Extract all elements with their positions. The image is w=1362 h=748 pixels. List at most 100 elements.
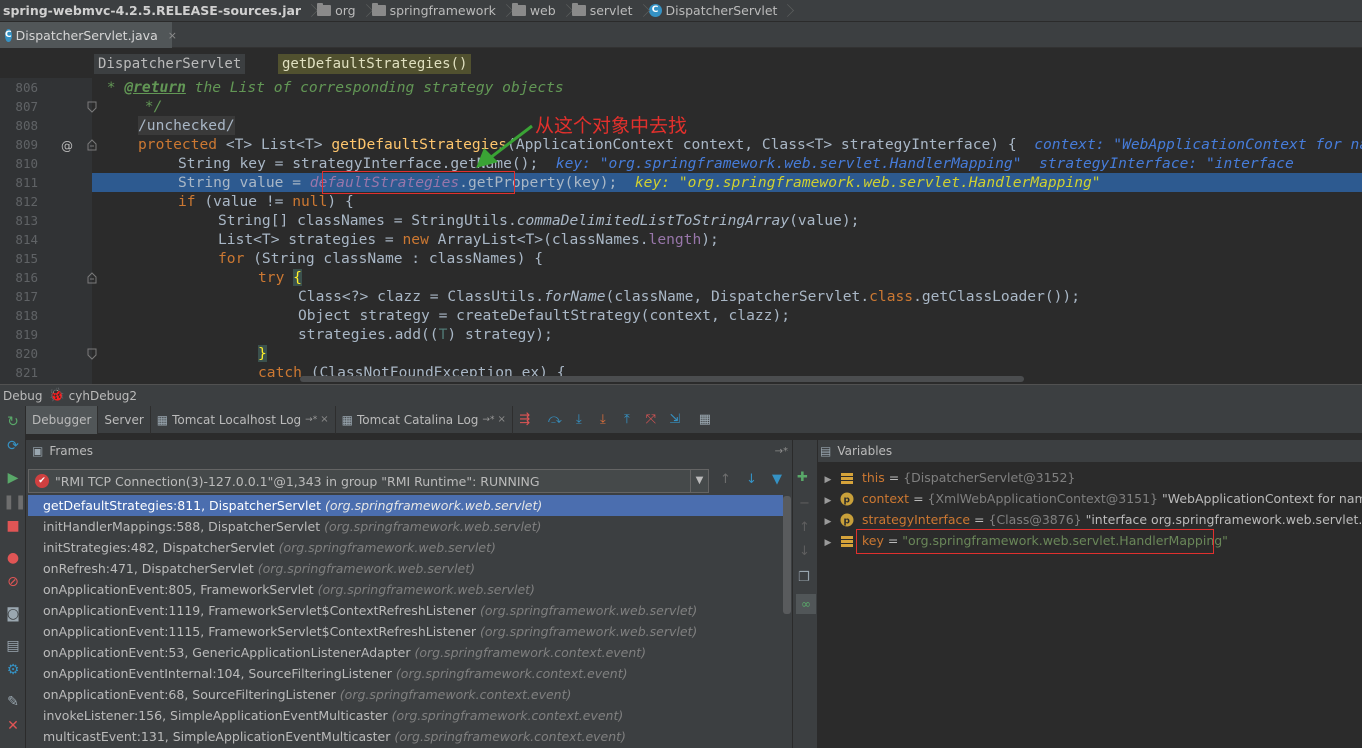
- chevron-down-icon[interactable]: ▼: [690, 470, 708, 492]
- new-watch-icon[interactable]: ✚: [797, 470, 808, 485]
- editor-tab-dispatcherservlet[interactable]: C DispatcherServlet.java ×: [0, 22, 177, 48]
- class-icon: C: [5, 28, 12, 42]
- override-marker-icon[interactable]: @: [60, 139, 74, 153]
- close-tab-icon[interactable]: ×: [497, 414, 505, 425]
- resume-icon[interactable]: ▶: [3, 468, 23, 488]
- frame-item[interactable]: getDefaultStrategies:811, DispatcherServ…: [28, 495, 783, 516]
- layout-icon[interactable]: ▤: [3, 636, 23, 656]
- pin-icon[interactable]: ✎: [3, 692, 23, 712]
- fold-marker-icon[interactable]: [86, 271, 98, 285]
- line-number: 808: [15, 118, 38, 133]
- run-to-cursor-icon[interactable]: ⇲: [663, 406, 687, 434]
- parameter-icon: p: [840, 513, 854, 527]
- drop-frame-icon[interactable]: ⤧: [639, 406, 663, 434]
- variable-row[interactable]: ▶ p strategyInterface = {Class@3876} "in…: [820, 509, 1362, 530]
- comment: *: [98, 79, 125, 96]
- previous-frame-icon[interactable]: ↑: [720, 472, 731, 487]
- folder-icon: [511, 3, 526, 16]
- thread-selector[interactable]: ✔ "RMI TCP Connection(3)-127.0.0.1"@1,34…: [28, 469, 709, 493]
- frame-package: (org.springframework.web.servlet): [317, 582, 535, 597]
- pin-tab-icon[interactable]: →*: [482, 415, 494, 425]
- folded-annotation[interactable]: /unchecked/: [138, 117, 235, 134]
- frame-package: (org.springframework.context.event): [339, 687, 572, 702]
- frame-method: initStrategies:482, DispatcherServlet: [43, 540, 275, 555]
- remove-watch-icon[interactable]: −: [799, 496, 810, 511]
- keyword: if: [178, 193, 196, 210]
- breadcrumb-web[interactable]: web: [508, 0, 560, 21]
- tab-label: Tomcat Localhost Log: [172, 412, 302, 427]
- breadcrumb-servlet[interactable]: servlet: [568, 0, 637, 21]
- step-over-icon[interactable]: ⤼: [543, 406, 567, 434]
- breadcrumb-org[interactable]: org: [313, 0, 360, 21]
- frame-item[interactable]: invokeListener:156, SimpleApplicationEve…: [28, 705, 783, 726]
- fold-marker-icon[interactable]: [86, 347, 98, 361]
- frame-item[interactable]: onApplicationEvent:1115, FrameworkServle…: [28, 621, 783, 642]
- frame-item[interactable]: onRefresh:471, DispatcherServlet (org.sp…: [28, 558, 783, 579]
- fold-marker-icon[interactable]: [86, 138, 98, 152]
- mute-breakpoints-icon[interactable]: ⊘: [3, 572, 23, 592]
- rerun-icon[interactable]: ↻: [3, 412, 23, 432]
- structure-class[interactable]: DispatcherServlet: [94, 54, 246, 74]
- code-text: (String className : classNames) {: [244, 250, 544, 267]
- frame-method: onApplicationEvent:1115, FrameworkServle…: [43, 624, 477, 639]
- close-tab-icon[interactable]: ×: [168, 29, 177, 42]
- tab-debugger[interactable]: Debugger: [26, 405, 99, 434]
- frame-method: multicastEvent:131, SimpleApplicationEve…: [43, 729, 391, 744]
- tab-server[interactable]: Server: [98, 405, 151, 434]
- code-text: Class<?> clazz = ClassUtils.: [298, 288, 545, 305]
- camera-icon[interactable]: ◙: [3, 604, 23, 624]
- line-number: 807: [15, 99, 38, 114]
- line-number: 818: [15, 308, 38, 323]
- tab-tomcat-catalina-log[interactable]: ▦ Tomcat Catalina Log →* ×: [336, 405, 513, 434]
- frame-item[interactable]: onApplicationEvent:1119, FrameworkServle…: [28, 600, 783, 621]
- frame-method: onApplicationEvent:1119, FrameworkServle…: [43, 603, 477, 618]
- close-icon[interactable]: ✕: [3, 716, 23, 736]
- line-number: 821: [15, 365, 38, 380]
- frame-item[interactable]: onApplicationEvent:805, FrameworkServlet…: [28, 579, 783, 600]
- close-tab-icon[interactable]: ×: [320, 414, 328, 425]
- fold-marker-icon[interactable]: [86, 100, 98, 114]
- breadcrumb-separator: [637, 0, 645, 21]
- show-execution-point-icon[interactable]: ⇶: [513, 406, 537, 434]
- frame-item[interactable]: onApplicationEvent:68, SourceFilteringLi…: [28, 684, 783, 705]
- update-icon[interactable]: ⟳: [3, 436, 23, 456]
- breadcrumb-label: servlet: [589, 3, 633, 18]
- frame-item[interactable]: initStrategies:482, DispatcherServlet (o…: [28, 537, 783, 558]
- step-out-icon[interactable]: ⤒: [615, 406, 639, 434]
- pause-icon[interactable]: ❚❚: [3, 492, 26, 512]
- frame-item[interactable]: multicastEvent:131, SimpleApplicationEve…: [28, 726, 783, 747]
- expand-arrow-icon[interactable]: ▶: [820, 533, 836, 554]
- frame-item[interactable]: initHandlerMappings:588, DispatcherServl…: [28, 516, 783, 537]
- settings-icon[interactable]: ⚙: [3, 660, 23, 680]
- frame-package: (org.springframework.web.servlet): [480, 603, 698, 618]
- line-number: 806: [15, 80, 38, 95]
- frames-scrollbar[interactable]: [783, 496, 791, 614]
- stop-icon[interactable]: ■: [3, 516, 23, 536]
- force-step-into-icon[interactable]: ⤓: [591, 406, 615, 434]
- code-line-817: Class<?> clazz = ClassUtils.forName(clas…: [298, 287, 1080, 306]
- editor-tab-label: DispatcherServlet.java: [15, 27, 158, 43]
- structure-method[interactable]: getDefaultStrategies(): [278, 54, 472, 74]
- copy-icon[interactable]: ❐: [798, 570, 810, 585]
- evaluate-expression-icon[interactable]: ▦: [693, 406, 717, 434]
- frame-item[interactable]: onApplicationEvent:53, GenericApplicatio…: [28, 642, 783, 663]
- keyword: catch: [258, 364, 302, 381]
- show-watches-icon[interactable]: ∞: [796, 594, 816, 614]
- next-frame-icon[interactable]: ↓: [746, 472, 757, 487]
- move-down-icon[interactable]: ↓: [799, 544, 810, 559]
- step-into-icon[interactable]: ⤓: [567, 406, 591, 434]
- breadcrumb-springframework[interactable]: springframework: [368, 0, 500, 21]
- tab-tomcat-localhost-log[interactable]: ▦ Tomcat Localhost Log →* ×: [151, 405, 336, 434]
- variable-row[interactable]: ▶ this = {DispatcherServlet@3152}: [820, 467, 1076, 488]
- variable-row[interactable]: ▶ p context = {XmlWebApplicationContext@…: [820, 488, 1362, 509]
- breadcrumb-jar[interactable]: spring-webmvc-4.2.5.RELEASE-sources.jar: [0, 0, 305, 21]
- breadcrumb-class[interactable]: C DispatcherServlet: [645, 0, 782, 21]
- frame-package: (org.springframework.web.servlet): [480, 624, 698, 639]
- pin-icon[interactable]: →*: [775, 446, 788, 457]
- move-up-icon[interactable]: ↑: [799, 520, 810, 535]
- pin-tab-icon[interactable]: →*: [305, 415, 317, 425]
- filter-icon[interactable]: ▼: [772, 472, 782, 487]
- frame-item[interactable]: onApplicationEventInternal:104, SourceFi…: [28, 663, 783, 684]
- view-breakpoints-icon[interactable]: ●: [3, 548, 23, 568]
- editor-horizontal-scrollbar[interactable]: [300, 376, 1024, 382]
